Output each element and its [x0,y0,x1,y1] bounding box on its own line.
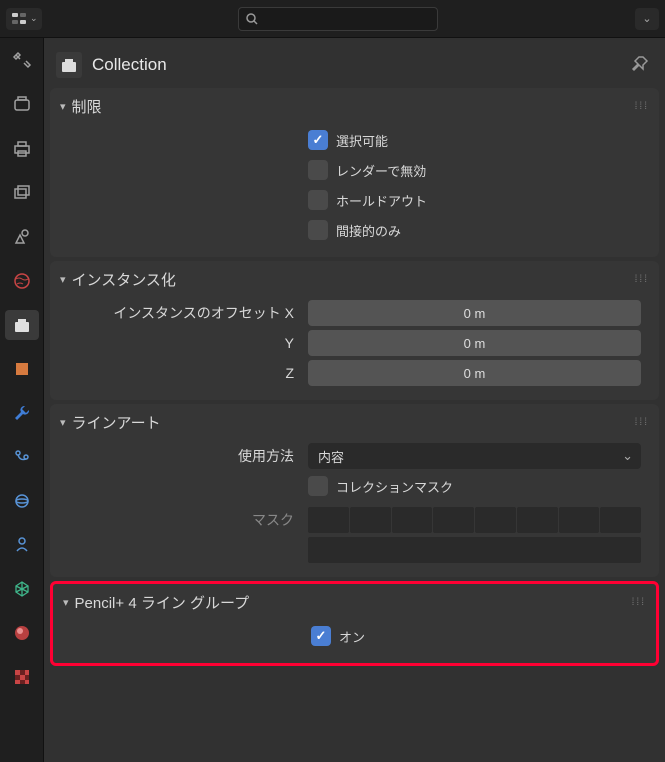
pin-icon[interactable] [629,53,653,77]
mask-bit[interactable] [392,507,433,533]
label-usage: 使用方法 [64,446,308,466]
mesh-data-icon [12,579,32,599]
chevron-down-icon: ▾ [60,273,66,286]
object-icon [12,359,32,379]
label-instance-offset-x: インスタンスのオフセット X [64,303,308,323]
checkbox-on[interactable] [311,626,331,646]
mask-bit[interactable] [600,507,641,533]
collection-icon [12,315,32,335]
tab-viewlayer[interactable] [5,178,39,208]
tab-texture[interactable] [5,662,39,692]
panel-pencil-line-group: ▾ Pencil+ 4 ライン グループ ⁞⁞⁞ オン [50,581,659,666]
tab-object[interactable] [5,354,39,384]
panel-header-pencil[interactable]: ▾ Pencil+ 4 ライン グループ ⁞⁞⁞ [53,584,656,619]
constraint-icon [12,535,32,555]
tab-modifiers[interactable] [5,398,39,428]
world-icon [12,271,32,291]
checkbox-holdout[interactable] [308,190,328,210]
tab-world[interactable] [5,266,39,296]
cone-sphere-icon [12,227,32,247]
checkbox-render-disabled[interactable] [308,160,328,180]
panel-instancing: ▾ インスタンス化 ⁞⁞⁞ インスタンスのオフセット X 0 m Y 0 m Z… [50,261,659,400]
label-holdout: ホールドアウト [336,191,427,210]
drag-handle-icon[interactable]: ⁞⁞⁞ [635,417,649,428]
checkbox-collection-mask[interactable] [308,476,328,496]
label-selectable: 選択可能 [336,131,388,150]
wrench-icon [12,403,32,423]
mask-bit-grid-2 [308,537,641,563]
wrench-screwdriver-icon [12,51,32,71]
editor-type-switch[interactable]: ⌄ [6,8,42,30]
label-collection-mask: コレクションマスク [336,477,453,496]
collection-title: Collection [92,55,619,75]
tab-output[interactable] [5,134,39,164]
drag-handle-icon[interactable]: ⁞⁞⁞ [632,597,646,608]
images-icon [12,183,32,203]
panel-title: 制限 [72,96,102,117]
mask-bit[interactable] [308,537,641,563]
chevron-down-icon: ▾ [60,416,66,429]
tab-scene[interactable] [5,222,39,252]
mask-bit[interactable] [350,507,391,533]
panel-title: インスタンス化 [72,269,176,290]
physics-icon [12,491,32,511]
checkbox-selectable[interactable] [308,130,328,150]
box-icon [60,56,78,74]
mask-bit[interactable] [559,507,600,533]
mask-bit[interactable] [308,507,349,533]
label-instance-offset-y: Y [64,335,308,351]
label-instance-offset-z: Z [64,365,308,381]
properties-editor-icon [10,10,28,28]
tab-render[interactable] [5,90,39,120]
mask-bit[interactable] [475,507,516,533]
panel-restriction: ▾ 制限 ⁞⁞⁞ 選択可能 レンダーで無効 ホールドアウト [50,88,659,257]
tab-physics[interactable] [5,486,39,516]
panel-title: ラインアート [72,412,161,433]
drag-handle-icon[interactable]: ⁞⁞⁞ [635,274,649,285]
select-usage[interactable]: 内容 [308,443,641,469]
input-offset-x[interactable]: 0 m [308,300,641,326]
label-render-disabled: レンダーで無効 [336,161,426,180]
material-icon [12,623,32,643]
label-on: オン [339,627,365,646]
panel-header-instancing[interactable]: ▾ インスタンス化 ⁞⁞⁞ [50,261,659,296]
tab-particles[interactable] [5,442,39,472]
label-indirect-only: 間接的のみ [336,221,401,240]
camera-back-icon [12,95,32,115]
mask-bit[interactable] [433,507,474,533]
drag-handle-icon[interactable]: ⁞⁞⁞ [635,101,649,112]
mask-bit[interactable] [517,507,558,533]
tab-tool[interactable] [5,46,39,76]
chevron-down-icon: ⌄ [642,12,651,25]
panel-header-lineart[interactable]: ▾ ラインアート ⁞⁞⁞ [50,404,659,439]
tab-material[interactable] [5,618,39,648]
tab-data[interactable] [5,574,39,604]
texture-icon [12,667,32,687]
mask-bit-grid [308,507,641,533]
search-icon [245,12,259,26]
panel-title: Pencil+ 4 ライン グループ [75,592,250,613]
tab-constraints[interactable] [5,530,39,560]
chevron-down-icon: ▾ [60,100,66,113]
chevron-down-icon: ▾ [63,596,69,609]
tab-collection[interactable] [5,310,39,340]
options-dropdown[interactable]: ⌄ [635,8,659,30]
collection-datablock-icon[interactable] [56,52,82,78]
chevron-down-icon: ⌄ [30,13,38,24]
panel-lineart: ▾ ラインアート ⁞⁞⁞ 使用方法 内容 コレクションマスク マスク [50,404,659,577]
printer-icon [12,139,32,159]
input-offset-z[interactable]: 0 m [308,360,641,386]
properties-tabs [0,38,44,762]
input-offset-y[interactable]: 0 m [308,330,641,356]
checkbox-indirect-only[interactable] [308,220,328,240]
particles-icon [12,447,32,467]
label-mask: マスク [64,510,308,530]
panel-header-restriction[interactable]: ▾ 制限 ⁞⁞⁞ [50,88,659,123]
search-input[interactable] [238,7,438,31]
